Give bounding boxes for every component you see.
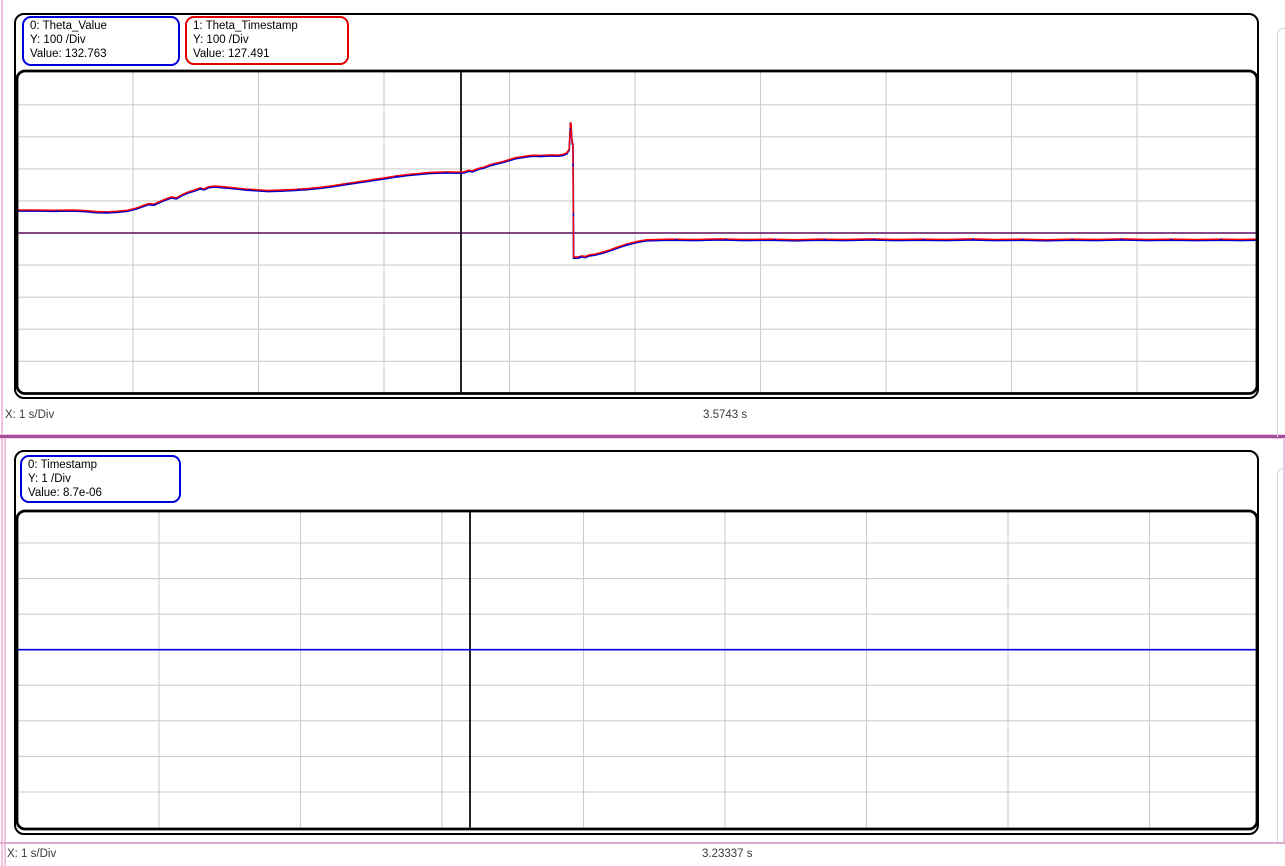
bottom-cursor-time-label: 3.23337 s	[702, 848, 753, 860]
legend-value: Value: 132.763	[30, 47, 107, 60]
bottom-plot[interactable]	[15, 509, 1259, 831]
legend-title: 0: Timestamp	[28, 459, 98, 471]
legend-value: Value: 127.491	[193, 47, 270, 60]
top-plot[interactable]	[15, 69, 1259, 395]
bottom-plot-grid	[18, 512, 1256, 828]
top-x-scale-label: X: 1 s/Div	[5, 409, 55, 421]
legend-value: Value: 8.7e-06	[28, 486, 102, 499]
legend-y-div: Y: 100 /Div	[193, 33, 249, 46]
bottom-x-scale-label: X: 1 s/Div	[7, 848, 57, 860]
legend-title: 1: Theta_Timestamp	[193, 20, 298, 32]
top-legend-theta-timestamp[interactable]: 1: Theta_Timestamp Y: 100 /Div Value: 12…	[185, 16, 349, 65]
top-cursor-time-label: 3.5743 s	[703, 409, 748, 421]
top-trace-theta_value	[17, 122, 1257, 259]
legend-y-div: Y: 1 /Div	[28, 472, 71, 485]
legend-title: 0: Theta_Value	[30, 20, 107, 32]
bottom-legend-timestamp[interactable]: 0: Timestamp Y: 1 /Div Value: 8.7e-06	[20, 455, 181, 503]
bottom-plot-border	[15, 509, 1259, 831]
plot-graphics-layer	[15, 69, 1259, 831]
top-legend-theta-value[interactable]: 0: Theta_Value Y: 100 /Div Value: 132.76…	[22, 16, 180, 66]
graph-tool-window: 0: Theta_Value Y: 100 /Div Value: 132.76…	[0, 0, 1285, 866]
legend-y-div: Y: 100 /Div	[30, 33, 86, 46]
